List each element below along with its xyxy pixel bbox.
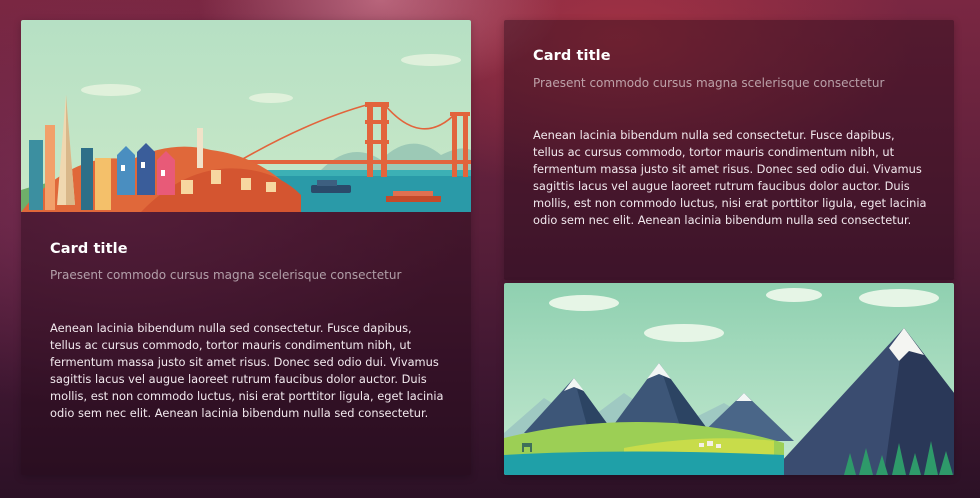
card-text: Card title Praesent commodo cursus magna… xyxy=(504,20,954,280)
mountain-landscape-illustration xyxy=(504,283,954,475)
card-title: Card title xyxy=(50,241,128,257)
card-body-text: Aenean lacinia bibendum nulla sed consec… xyxy=(533,128,927,227)
card-subtitle: Praesent commodo cursus magna scelerisqu… xyxy=(533,76,885,90)
card-subtitle: Praesent commodo cursus magna scelerisqu… xyxy=(50,268,402,282)
card-title: Card title xyxy=(533,48,611,64)
card-body-text: Aenean lacinia bibendum nulla sed consec… xyxy=(50,321,444,420)
card-mountains xyxy=(504,283,954,475)
city-skyline-illustration xyxy=(21,20,471,212)
card-city: Card title Praesent commodo cursus magna… xyxy=(21,20,471,475)
